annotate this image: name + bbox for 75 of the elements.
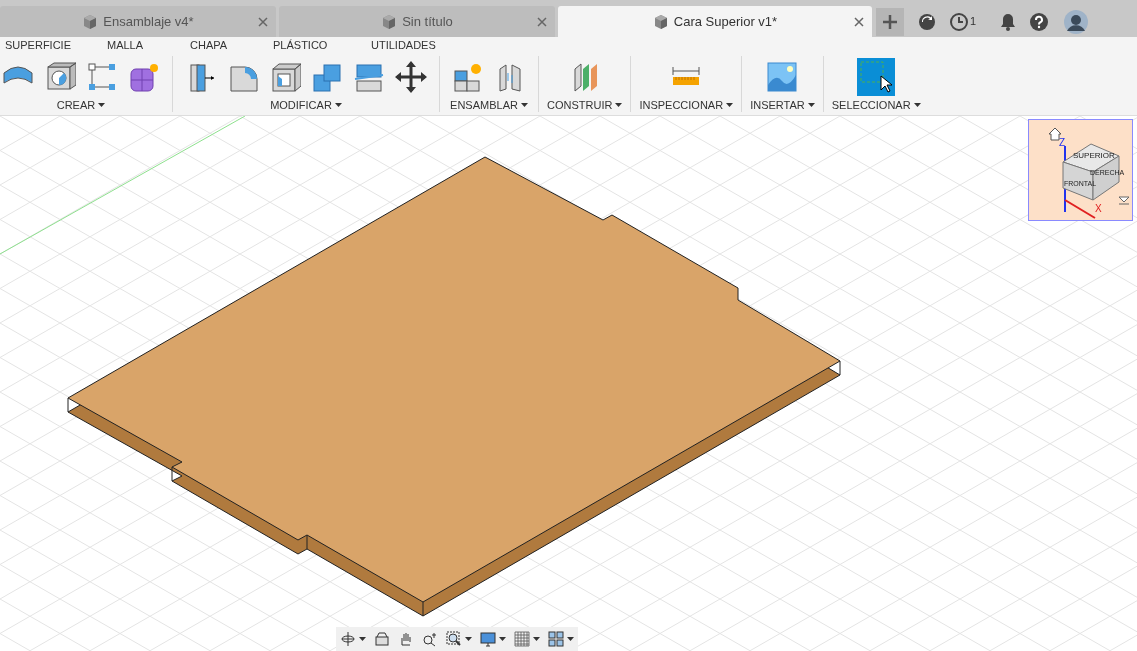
display-icon — [480, 631, 496, 647]
notification-bell-icon[interactable] — [1000, 12, 1017, 31]
group-menu-button[interactable]: CONSTRUIR — [547, 98, 623, 112]
grid-icon — [514, 631, 530, 647]
caret-icon — [807, 103, 815, 107]
zoom-button[interactable] — [422, 631, 438, 647]
cube-icon — [381, 13, 398, 30]
caret-icon — [615, 103, 623, 107]
close-icon[interactable] — [854, 16, 864, 27]
caret-icon — [726, 103, 734, 107]
document-tab[interactable]: Cara Superior v1* — [558, 6, 872, 37]
sync-icon[interactable] — [918, 12, 936, 31]
pan-button[interactable] — [398, 631, 414, 647]
ribbon-tab[interactable]: SUPERFICIE — [5, 36, 107, 53]
look-button[interactable] — [374, 631, 390, 647]
group-menu-button[interactable]: INSPECCIONAR — [639, 98, 734, 112]
orbit-button[interactable] — [340, 631, 366, 647]
tab-title: Cara Superior v1* — [673, 12, 778, 31]
form-tool-icon[interactable] — [128, 61, 160, 93]
orbit-icon — [340, 631, 356, 647]
new-component-tool-icon[interactable] — [452, 61, 484, 93]
user-avatar-icon[interactable] — [1064, 9, 1089, 34]
clock-icon[interactable] — [950, 12, 968, 31]
caret-icon — [98, 103, 106, 107]
move-tool-icon[interactable] — [395, 61, 427, 93]
job-count: 1 — [970, 14, 977, 30]
close-icon[interactable] — [537, 16, 547, 27]
axis-label: X — [1095, 203, 1102, 214]
box-hole-tool-icon[interactable] — [44, 61, 76, 93]
image-tool-icon[interactable] — [766, 61, 799, 93]
viewports-icon — [548, 631, 564, 647]
help-icon[interactable] — [1030, 12, 1049, 31]
fit-icon — [446, 631, 462, 647]
sketch-points-tool-icon[interactable] — [86, 61, 118, 93]
cube-icon — [652, 13, 669, 30]
tab-title: Ensamblaje v4* — [103, 12, 194, 31]
new-tab-button[interactable] — [876, 7, 904, 36]
viewports-button[interactable] — [548, 631, 574, 647]
ribbon-tab[interactable]: MALLA — [107, 36, 190, 53]
group-menu-button[interactable]: MODIFICAR — [270, 98, 342, 112]
pan-icon — [398, 631, 414, 647]
look-icon — [374, 631, 390, 647]
caret-icon — [533, 637, 540, 641]
combine-tool-icon[interactable] — [311, 61, 343, 93]
zoom-icon — [422, 631, 438, 647]
axis-label: Z — [1059, 137, 1066, 148]
caret-icon — [465, 637, 472, 641]
dropdown-icon[interactable] — [1118, 196, 1130, 205]
group-menu-button[interactable]: SELECCIONAR — [831, 98, 921, 112]
document-tab[interactable]: Sin título — [279, 6, 555, 37]
group-menu-button[interactable]: CREAR — [56, 98, 106, 112]
caret-icon — [913, 103, 921, 107]
tab-title: Sin título — [402, 12, 453, 31]
grid-button[interactable] — [514, 631, 540, 647]
group-menu-button[interactable]: ENSAMBLAR — [450, 98, 528, 112]
caret-icon — [520, 103, 528, 107]
cube-icon — [82, 13, 99, 30]
group-menu-button[interactable]: INSERTAR — [750, 98, 815, 112]
display-button[interactable] — [480, 631, 506, 647]
ribbon-tab[interactable]: CHAPA — [190, 36, 273, 53]
caret-icon — [499, 637, 506, 641]
shell-tool-icon[interactable] — [269, 61, 301, 93]
select-tool-icon[interactable] — [857, 58, 896, 96]
ribbon-tab[interactable]: PLÁSTICO — [273, 36, 371, 53]
fit-button[interactable] — [446, 631, 472, 647]
close-icon[interactable] — [258, 16, 268, 27]
cube-face-label: SUPERIOR — [1073, 151, 1115, 160]
document-tab[interactable]: Ensamblaje v4* — [0, 6, 276, 37]
split-tool-icon[interactable] — [353, 61, 385, 93]
ribbon-tab[interactable]: UTILIDADES — [371, 36, 461, 53]
x-axis — [1064, 199, 1096, 219]
caret-icon — [359, 637, 366, 641]
caret-icon — [567, 637, 574, 641]
caret-icon — [334, 103, 342, 107]
plus-icon — [883, 14, 897, 29]
